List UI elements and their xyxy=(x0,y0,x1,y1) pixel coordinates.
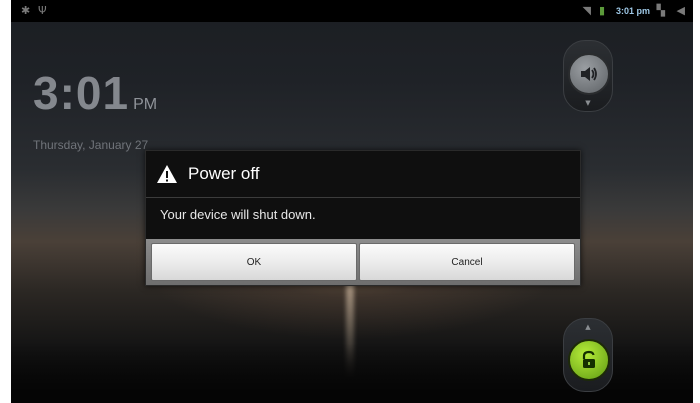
battery-icon: ▮ xyxy=(598,4,605,17)
dialog-title-bar: Power off xyxy=(146,151,580,198)
sound-toggle-slider[interactable]: ▼ xyxy=(563,40,613,112)
clock-time: 3:01 xyxy=(33,67,130,119)
chevron-up-icon: ▲ xyxy=(585,323,591,331)
usb-icon: Ψ xyxy=(38,4,47,17)
cancel-button[interactable]: Cancel xyxy=(359,243,575,281)
dialog-message: Your device will shut down. xyxy=(160,207,316,222)
status-time: 3:01 pm xyxy=(615,6,650,16)
lockscreen-clock: 3:01 PM xyxy=(33,66,157,120)
signal-icon: ▚ xyxy=(656,4,665,17)
warning-icon xyxy=(157,165,177,183)
chevron-down-icon: ▼ xyxy=(585,99,591,107)
lockscreen: ✱ Ψ ◥ ▮ 3:01 pm ▚ ◀ 3:01 PM Thursday, Jan… xyxy=(11,0,693,403)
power-off-dialog: Power off Your device will shut down. OK… xyxy=(145,150,581,286)
volume-icon: ◀ xyxy=(676,4,685,17)
lockscreen-date: Thursday, January 27 xyxy=(33,138,149,152)
dialog-button-bar: OK Cancel xyxy=(146,239,580,285)
dialog-title: Power off xyxy=(188,164,260,183)
volume-icon[interactable] xyxy=(568,53,610,95)
status-bar: ✱ Ψ ◥ ▮ 3:01 pm ▚ ◀ xyxy=(11,0,693,22)
wifi-icon: ◥ xyxy=(582,4,591,17)
unlock-slider[interactable]: ▲ xyxy=(563,318,613,392)
android-debug-icon: ✱ xyxy=(21,4,31,17)
unlock-icon[interactable] xyxy=(568,339,610,381)
ok-button[interactable]: OK xyxy=(151,243,357,281)
clock-ampm: PM xyxy=(133,96,158,113)
